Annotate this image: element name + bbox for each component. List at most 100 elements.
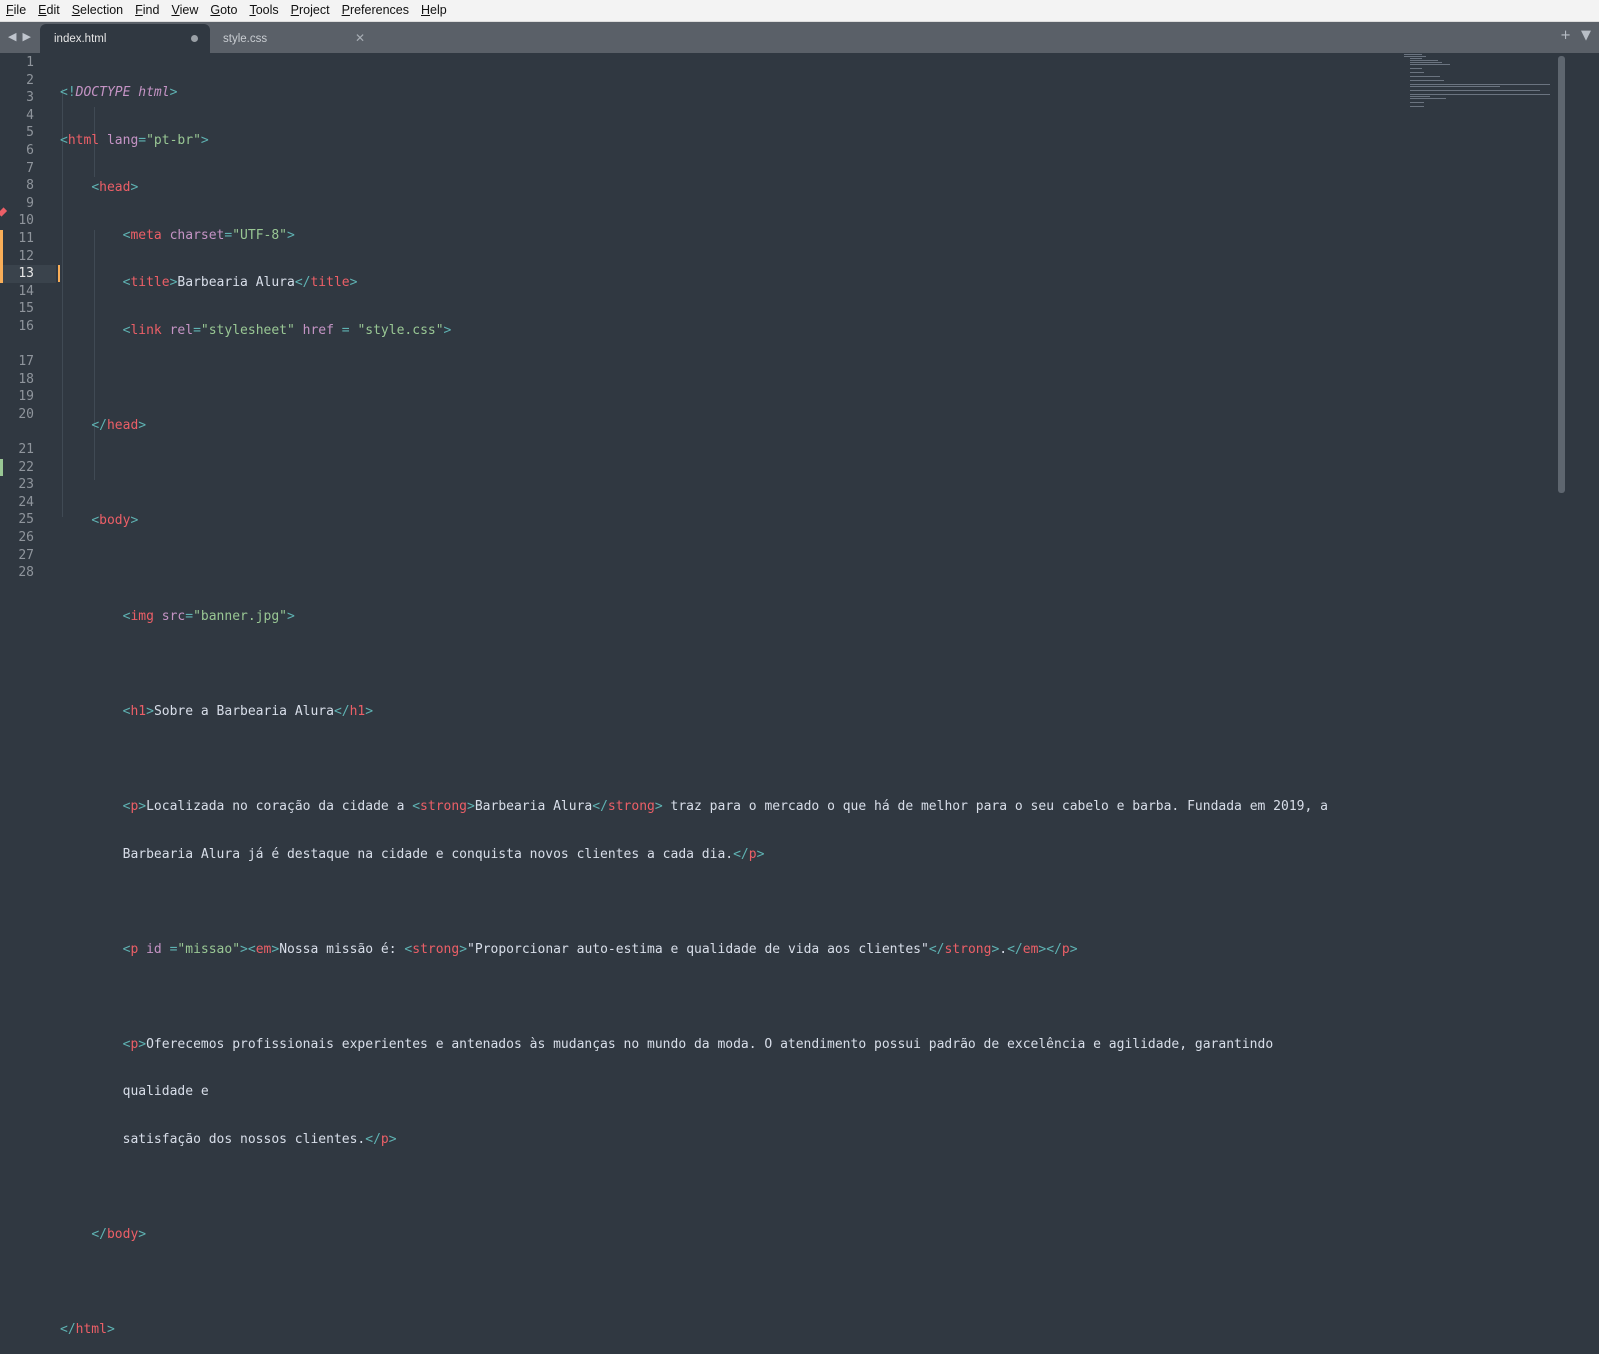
line-number: 26: [18, 530, 34, 546]
code-line: satisfação dos nossos clientes.</p>: [122, 1132, 397, 1148]
tab-navigation: ◀ ▶: [8, 30, 31, 43]
line-number: 2: [26, 72, 34, 88]
line-number: 13: [0, 265, 56, 283]
vertical-scrollbar[interactable]: [1558, 56, 1565, 493]
code-editor[interactable]: <!DOCTYPE html> <html lang="pt-br"> <hea…: [60, 54, 1399, 1354]
line-number: [0, 336, 56, 354]
line-number: 17: [18, 354, 34, 370]
code-line: <html lang="pt-br">: [60, 132, 209, 148]
menu-preferences[interactable]: Preferences: [336, 0, 415, 21]
line-number: 7: [26, 160, 34, 176]
diff-marker: [0, 230, 3, 283]
line-number: [0, 423, 56, 441]
code-line: </html>: [60, 1322, 115, 1338]
minimap-line: [1410, 102, 1424, 103]
line-number: 4: [26, 107, 34, 123]
code-line: qualidade e: [122, 1084, 209, 1100]
tab-style-css[interactable]: style.css ✕: [209, 24, 379, 53]
diff-marker: [0, 458, 3, 477]
minimap-line: [1410, 94, 1550, 95]
line-number: 23: [18, 477, 34, 493]
menu-edit[interactable]: Edit: [32, 0, 66, 21]
minimap-line: [1410, 90, 1540, 91]
line-number: 16: [18, 318, 34, 334]
line-number: 6: [26, 142, 34, 158]
code-line: Barbearia Alura já é destaque na cidade …: [122, 846, 765, 862]
line-number: 18: [18, 371, 34, 387]
code-line: <title>Barbearia Alura</title>: [122, 275, 358, 291]
chevron-down-icon[interactable]: ▼: [1581, 28, 1591, 43]
line-number: 28: [18, 565, 34, 581]
minimap-line: [1410, 68, 1422, 69]
chevron-left-icon[interactable]: ◀: [8, 30, 16, 43]
tab-bar: ◀ ▶ index.html style.css ✕ + ▼: [0, 22, 1599, 53]
minimap[interactable]: [1404, 54, 1554, 114]
menu-help[interactable]: Help: [415, 0, 453, 21]
line-number: 10: [18, 213, 34, 229]
menu-tools[interactable]: Tools: [243, 0, 284, 21]
close-icon[interactable]: ✕: [355, 31, 365, 45]
line-number: 25: [18, 512, 34, 528]
line-number: 15: [18, 301, 34, 317]
line-number: 27: [18, 547, 34, 563]
line-number: 5: [26, 125, 34, 141]
minimap-line: [1410, 64, 1450, 65]
minimap-line: [1410, 106, 1424, 107]
line-number: 21: [18, 442, 34, 458]
tab-label: style.css: [223, 32, 268, 45]
line-number: 9: [26, 195, 34, 211]
line-number: 1: [26, 55, 34, 70]
code-line: </head>: [91, 418, 147, 434]
line-number: 24: [18, 494, 34, 510]
minimap-line: [1404, 54, 1422, 55]
menu-bar: File Edit Selection Find View Goto Tools…: [0, 0, 1599, 22]
menu-project[interactable]: Project: [285, 0, 336, 21]
tab-index-html[interactable]: index.html: [40, 24, 210, 53]
menu-selection[interactable]: Selection: [66, 0, 129, 21]
menu-goto[interactable]: Goto: [204, 0, 243, 21]
modified-dot-icon[interactable]: [191, 35, 198, 42]
line-number: 3: [26, 90, 34, 106]
line-number: 14: [18, 283, 34, 299]
line-number: 20: [18, 406, 34, 422]
code-line: <body>: [91, 513, 139, 529]
code-line: <h1>Sobre a Barbearia Alura</h1>: [122, 703, 374, 719]
line-number: 8: [26, 178, 34, 194]
minimap-line: [1410, 86, 1500, 87]
line-number: 12: [18, 248, 34, 264]
plus-icon[interactable]: +: [1560, 28, 1571, 43]
menu-view[interactable]: View: [165, 0, 204, 21]
menu-file[interactable]: File: [0, 0, 32, 21]
minimap-line: [1410, 72, 1424, 73]
code-line: <img src="banner.jpg">: [122, 608, 295, 624]
tab-actions: + ▼: [1560, 28, 1591, 43]
code-line: </body>: [91, 1227, 147, 1243]
minimap-line: [1410, 96, 1430, 97]
minimap-line: [1404, 56, 1426, 57]
minimap-line: [1410, 98, 1446, 99]
minimap-line: [1410, 84, 1550, 85]
minimap-line: [1410, 60, 1438, 61]
code-line: <meta charset="UTF-8">: [122, 227, 295, 243]
code-line: <p>Localizada no coração da cidade a <st…: [122, 798, 1328, 814]
line-number: 22: [18, 459, 34, 475]
menu-find[interactable]: Find: [129, 0, 165, 21]
code-line: <!DOCTYPE html>: [60, 85, 178, 100]
minimap-line: [1410, 58, 1422, 59]
line-number: 19: [18, 389, 34, 405]
code-line: <p>Oferecemos profissionais experientes …: [122, 1036, 1274, 1052]
code-line: <p id ="missao"><em>Nossa missão é: <str…: [122, 941, 1078, 957]
chevron-right-icon[interactable]: ▶: [22, 30, 30, 43]
tab-label: index.html: [54, 32, 107, 45]
line-number-gutter: 1 2 3 4 5 6 7 8 9 10 11 12 13 14 15 16 17 18 19 20 21 22 23 24 2…: [0, 54, 56, 582]
line-number: 11: [18, 230, 34, 246]
